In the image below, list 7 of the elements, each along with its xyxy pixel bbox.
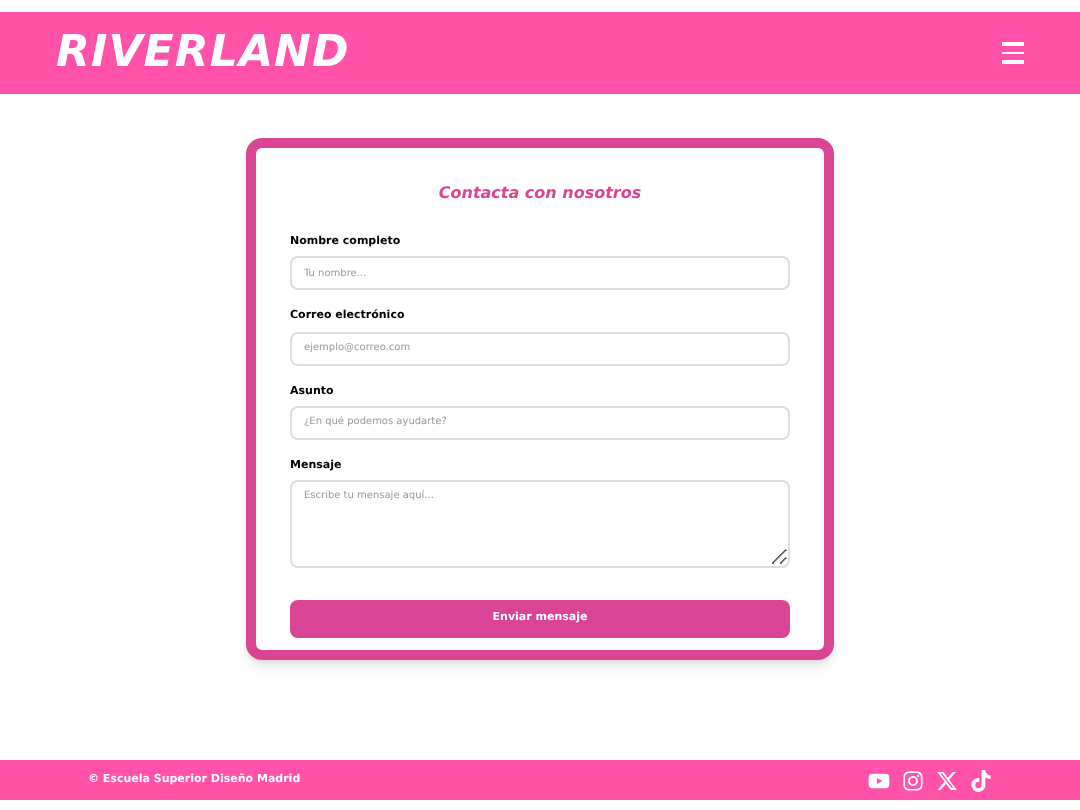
video-play-icon[interactable] — [868, 769, 890, 791]
x-logo-icon[interactable] — [936, 769, 958, 791]
logo[interactable]: RIVERLAND — [56, 20, 350, 86]
camera-icon[interactable] — [902, 769, 924, 791]
menu-icon[interactable] — [1002, 42, 1024, 64]
form-title: Contacta con nosotros — [436, 182, 644, 206]
music-note-icon[interactable] — [970, 769, 992, 791]
